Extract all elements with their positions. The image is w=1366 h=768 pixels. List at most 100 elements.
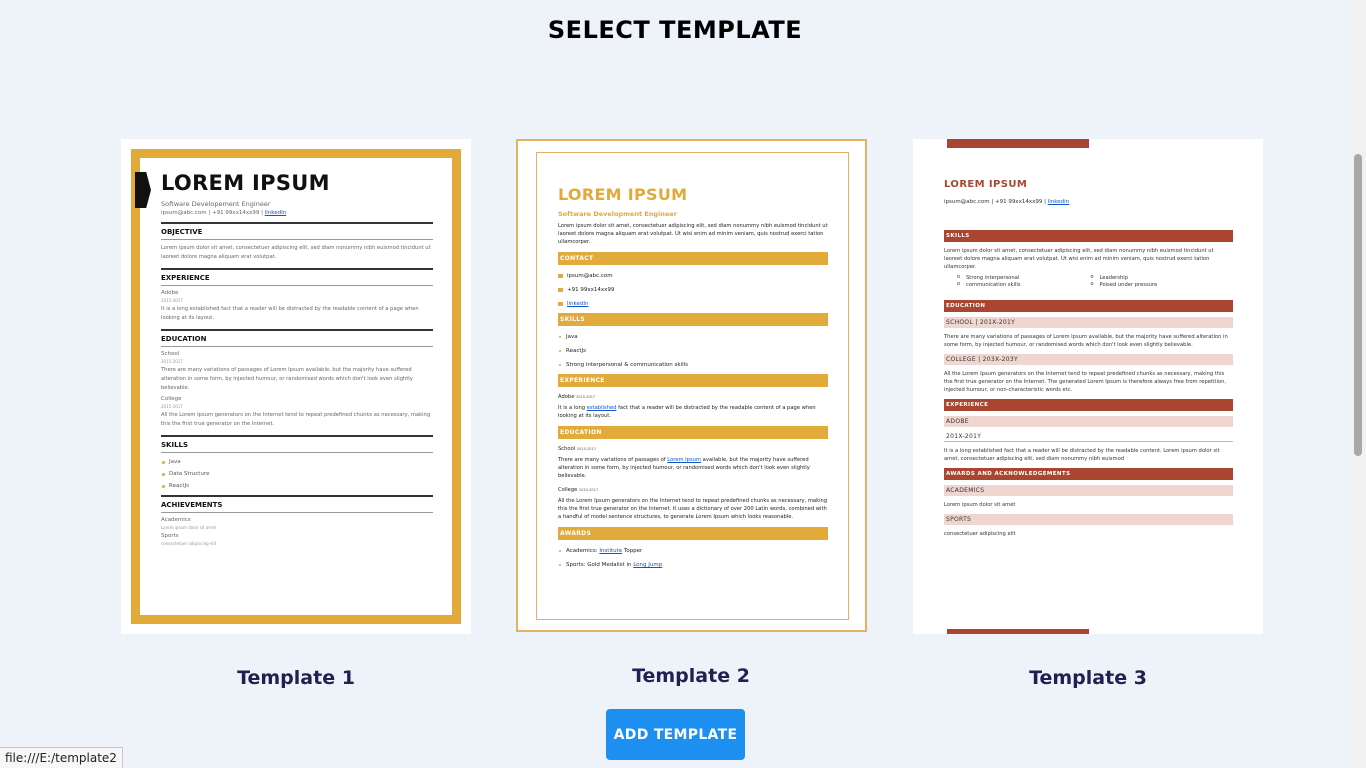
entry-name: Adobe [558, 394, 575, 400]
template-2-label[interactable]: Template 2 [516, 665, 866, 687]
contact-linkedin: linkedIn [558, 301, 828, 307]
award-text-b: Topper [622, 548, 643, 554]
template-3-card[interactable]: LOREM IPSUM ipsum@abc.com | +91 99xx14xx… [913, 139, 1263, 634]
experience-years-row: 201X-201Y [944, 432, 1233, 442]
skill-item: ReactJs [162, 483, 433, 489]
section-heading: ACHIEVEMENTS [161, 501, 433, 513]
resume-contact-text: ipsum@abc.com | +91 99xx14xx99 | [161, 210, 265, 216]
section-heading: EDUCATION [161, 335, 433, 347]
entry-text: It is a long established fact that a rea… [944, 448, 1220, 462]
section-text: Lorem ipsum dolor sit amet, consectetuer… [944, 248, 1214, 270]
section-heading: EXPERIENCE [161, 274, 433, 286]
entry-title: School [161, 351, 180, 357]
skill-item: Java [162, 459, 433, 465]
resume-linkedin-link: linkedIn [264, 210, 287, 216]
skill-item: Strong interpersonal [957, 274, 1100, 281]
resume-contact: ipsum@abc.com | +91 99xx14xx99 | linkedI… [161, 210, 433, 216]
award-item: Academics: Institute Topper [559, 548, 828, 554]
entry-text: All the Lorem Ipsum generators on the In… [558, 498, 828, 520]
entry-date: 2015-2017 [576, 395, 596, 399]
skills-list: Strong interpersonal Leadership communic… [944, 274, 1233, 288]
contact-email: ipsum@abc.com [558, 273, 828, 279]
section-heading-contact: CONTACT [558, 252, 828, 265]
resume-contact-text: ipsum@abc.com | +91 99xx14xx99 | [944, 199, 1048, 205]
template-3-bottom-bar [947, 629, 1089, 634]
entry-link: established [586, 405, 617, 411]
education-college-row: COLLEGE | 203X-203Y [944, 354, 1233, 365]
template-3-label[interactable]: Template 3 [913, 667, 1263, 689]
resume-role: Software Development Engineer [558, 210, 677, 218]
skill-item: Strong interpersonal & communication ski… [559, 362, 828, 368]
template-2-card[interactable]: LOREM IPSUM Software Development Enginee… [516, 139, 867, 632]
award-link: Institute [599, 548, 623, 554]
section-heading-awards: AWARDS [558, 527, 828, 540]
entry-text: Lorem ipsum dolor sit amet [944, 502, 1016, 508]
resume-name: LOREM IPSUM [944, 179, 1028, 190]
entry-text: All the Lorem Ipsum generators on the In… [944, 371, 1227, 393]
resume-intro: Lorem ipsum dolor sit amet, consectetuer… [558, 223, 828, 245]
entry-text: It is a long established fact that a rea… [558, 404, 828, 420]
contact-phone: +91 99xx14xx99 [558, 287, 828, 293]
entry-title: Academics [161, 517, 191, 523]
section-heading-education: EDUCATION [558, 426, 828, 439]
skill-item: ReactJs [559, 348, 828, 354]
resume-section-objective: OBJECTIVE Lorem ipsum dolor sit amet, co… [161, 222, 433, 262]
template-1-preview: LOREM IPSUM Software Developement Engine… [161, 171, 433, 548]
awards-academics-row: ACADEMICS [944, 485, 1233, 496]
section-heading-awards: AWARDS AND ACKNOWLEDGEMENTS [944, 468, 1233, 480]
entry-text: There are many variations of passages of… [558, 456, 828, 480]
resume-section-education: EDUCATION School 2015-2017 There are man… [161, 329, 433, 429]
entry-text: consectetuer adipiscing elit [944, 531, 1016, 537]
section-heading-education: EDUCATION [944, 300, 1233, 312]
scrollbar-thumb[interactable] [1354, 154, 1362, 456]
section-heading-experience: EXPERIENCE [558, 374, 828, 387]
entry-title: College [161, 396, 182, 402]
award-link: Long Jump [633, 562, 663, 568]
status-bar-url: file:///E:/template2 [0, 747, 123, 768]
experience-company-row: ADOBE [944, 416, 1233, 427]
entry-text: There are many variations of passages of… [944, 334, 1228, 348]
page-title: SELECT TEMPLATE [547, 16, 803, 44]
entry-title: Sports [161, 533, 179, 539]
entry-date: 2015-2017 [161, 359, 183, 364]
template-3-top-bar [947, 139, 1089, 148]
section-heading: OBJECTIVE [161, 228, 433, 240]
entry-title: School 2015-2017 [558, 446, 828, 452]
entry-text: There are many variations of passages of… [161, 367, 413, 391]
section-heading-skills: SKILLS [944, 230, 1233, 242]
template-2-preview: LOREM IPSUM Software Development Enginee… [558, 185, 828, 568]
entry-date: 2015-2017 [579, 488, 599, 492]
template-1-card[interactable]: LOREM IPSUM Software Developement Engine… [121, 139, 471, 634]
entry-name: College [558, 487, 578, 493]
resume-name: LOREM IPSUM [161, 171, 330, 195]
vertical-scrollbar[interactable] [1350, 0, 1366, 768]
entry-title: Adobe [161, 290, 179, 296]
section-heading: SKILLS [161, 441, 433, 453]
entry-text: Lorem ipsum dolor sit amet [161, 525, 217, 530]
skill-item: Data Structure [162, 471, 433, 477]
section-text: Lorem ipsum dolor sit amet, consectetuer… [161, 245, 431, 260]
resume-section-experience: EXPERIENCE Adobe 2015-2017 It is a long … [161, 268, 433, 323]
award-item: Sports: Gold Medalist in Long Jump [559, 562, 828, 568]
template-1-label[interactable]: Template 1 [121, 667, 471, 689]
resume-role: Software Developement Engineer [161, 200, 271, 208]
resume-section-achievements: ACHIEVEMENTS Academics Lorem ipsum dolor… [161, 495, 433, 546]
entry-text-a: It is a long [558, 405, 587, 411]
resume-name: LOREM IPSUM [558, 185, 688, 204]
skill-item: Java [559, 334, 828, 340]
entry-text-a: There are many variations of passages of [558, 457, 668, 463]
awards-sports-row: SPORTS [944, 514, 1233, 525]
add-template-button[interactable]: ADD TEMPLATE [606, 709, 745, 760]
award-text-a: Sports: Gold Medalist in [566, 562, 634, 568]
entry-text: It is a long established fact that a rea… [161, 306, 419, 321]
entry-text: consectetuer adipiscing elit [161, 541, 217, 546]
entry-date: 2015-2017 [161, 404, 183, 409]
entry-name: School [558, 446, 576, 452]
entry-link: Lorem Ipsum [667, 457, 702, 463]
education-school-row: SCHOOL | 201X-201Y [944, 317, 1233, 328]
entry-date: 2015-2017 [161, 298, 183, 303]
entry-title: Adobe 2015-2017 [558, 394, 828, 400]
entry-date: 2015-2017 [576, 447, 596, 451]
template-3-preview: LOREM IPSUM ipsum@abc.com | +91 99xx14xx… [944, 179, 1233, 538]
section-heading-skills: SKILLS [558, 313, 828, 326]
